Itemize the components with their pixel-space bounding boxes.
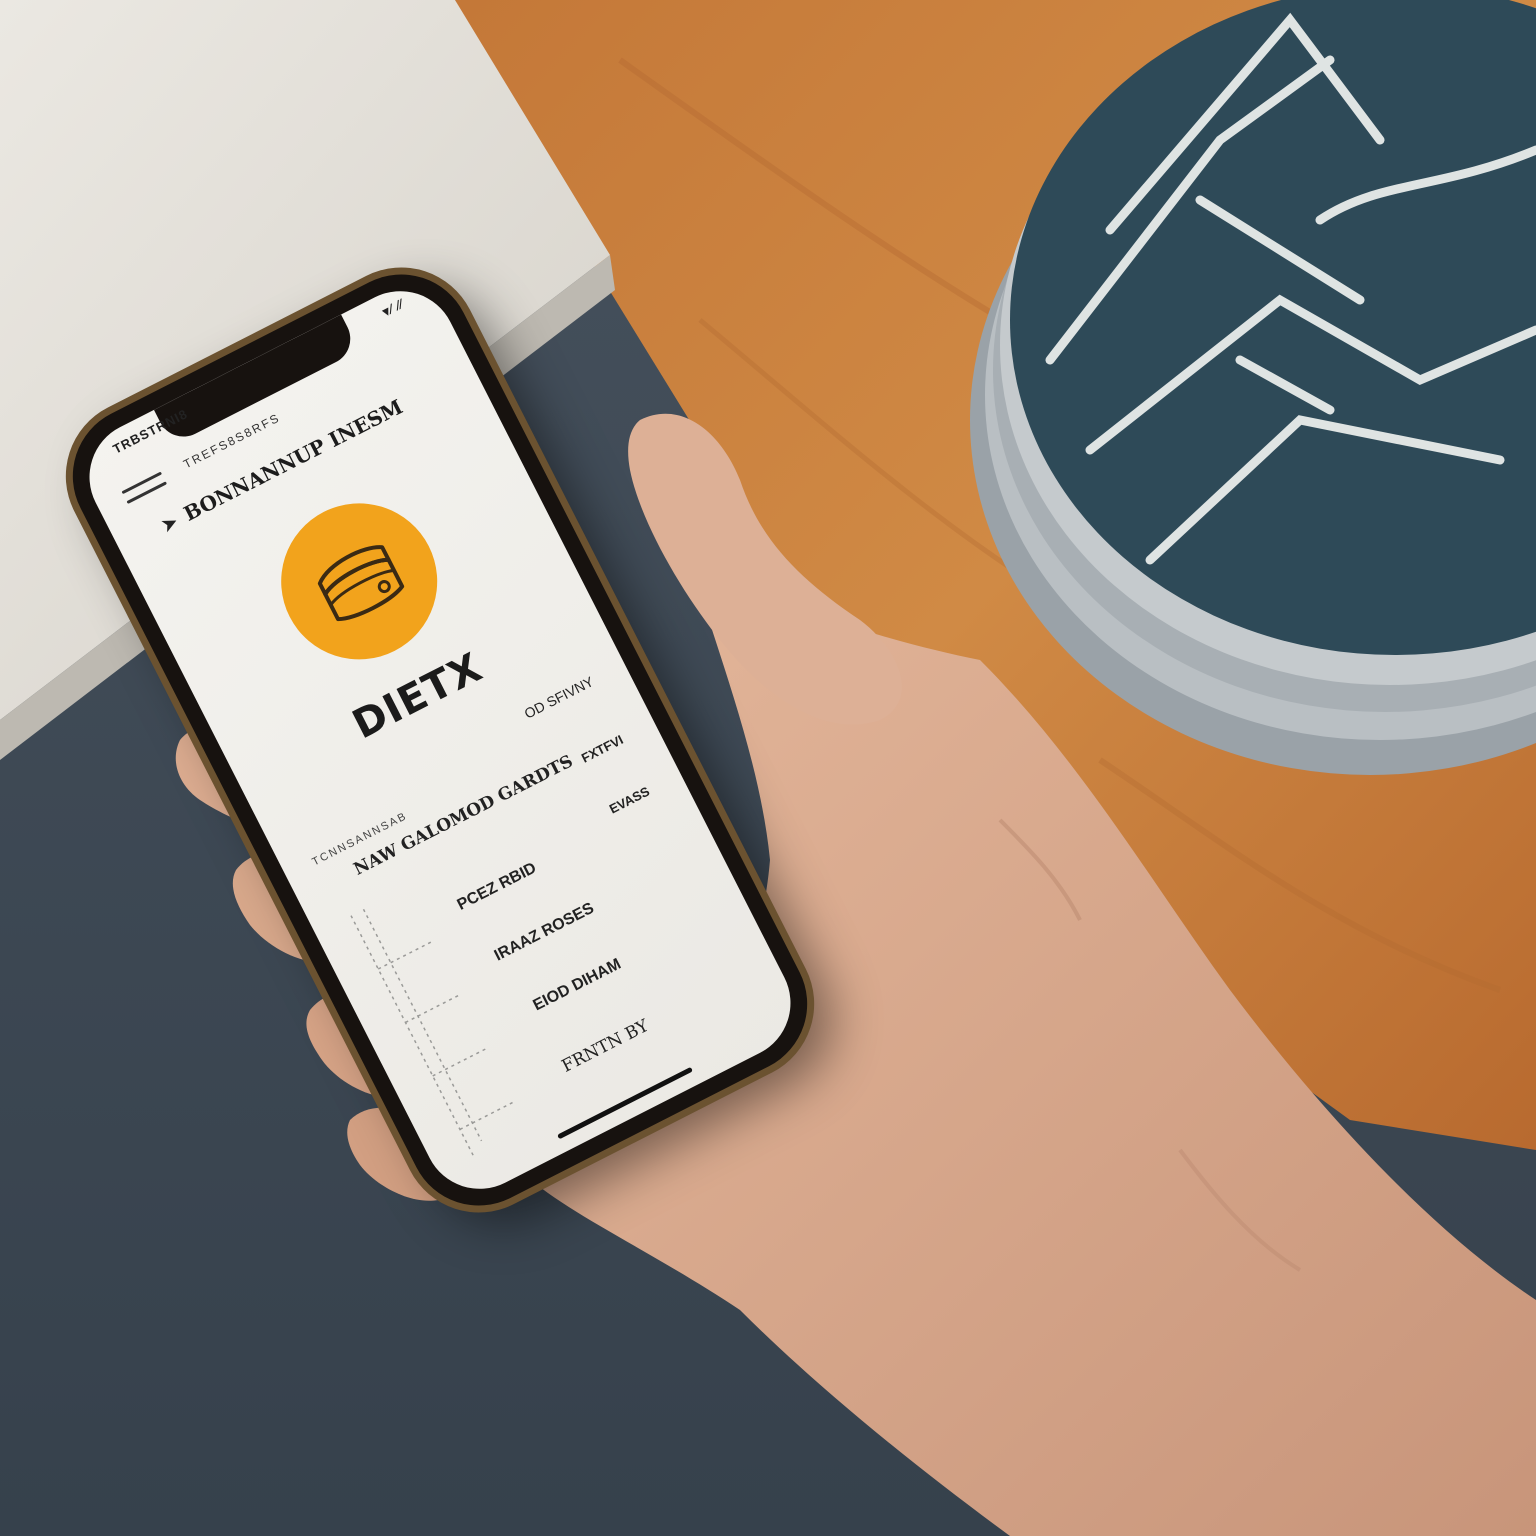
- list-item[interactable]: EIOD DIHAM: [531, 956, 625, 1016]
- box-icon: [317, 545, 405, 622]
- list-item[interactable]: FRNTN BY: [559, 1016, 652, 1077]
- right-label: OD SFIVNY: [521, 673, 597, 722]
- right-label[interactable]: EVASS: [607, 784, 652, 817]
- back-arrow-icon[interactable]: ➤: [157, 509, 183, 539]
- right-label[interactable]: FXTFVI: [579, 732, 626, 766]
- list-item[interactable]: PCEZ RBID: [455, 860, 540, 915]
- list-item[interactable]: IRAAZ ROSES: [492, 900, 598, 966]
- app-logo: [254, 476, 465, 687]
- menu-icon[interactable]: [121, 471, 170, 512]
- section-title: NAW GALOMOD GARDTS: [350, 751, 577, 880]
- photo-scene: TRBSTRNI8 ▾⁄ ⁄⁄ TREFS8S8RFS ➤ BONNANNUP …: [0, 0, 1536, 1536]
- status-bar-right: ▾⁄ ⁄⁄: [379, 296, 406, 320]
